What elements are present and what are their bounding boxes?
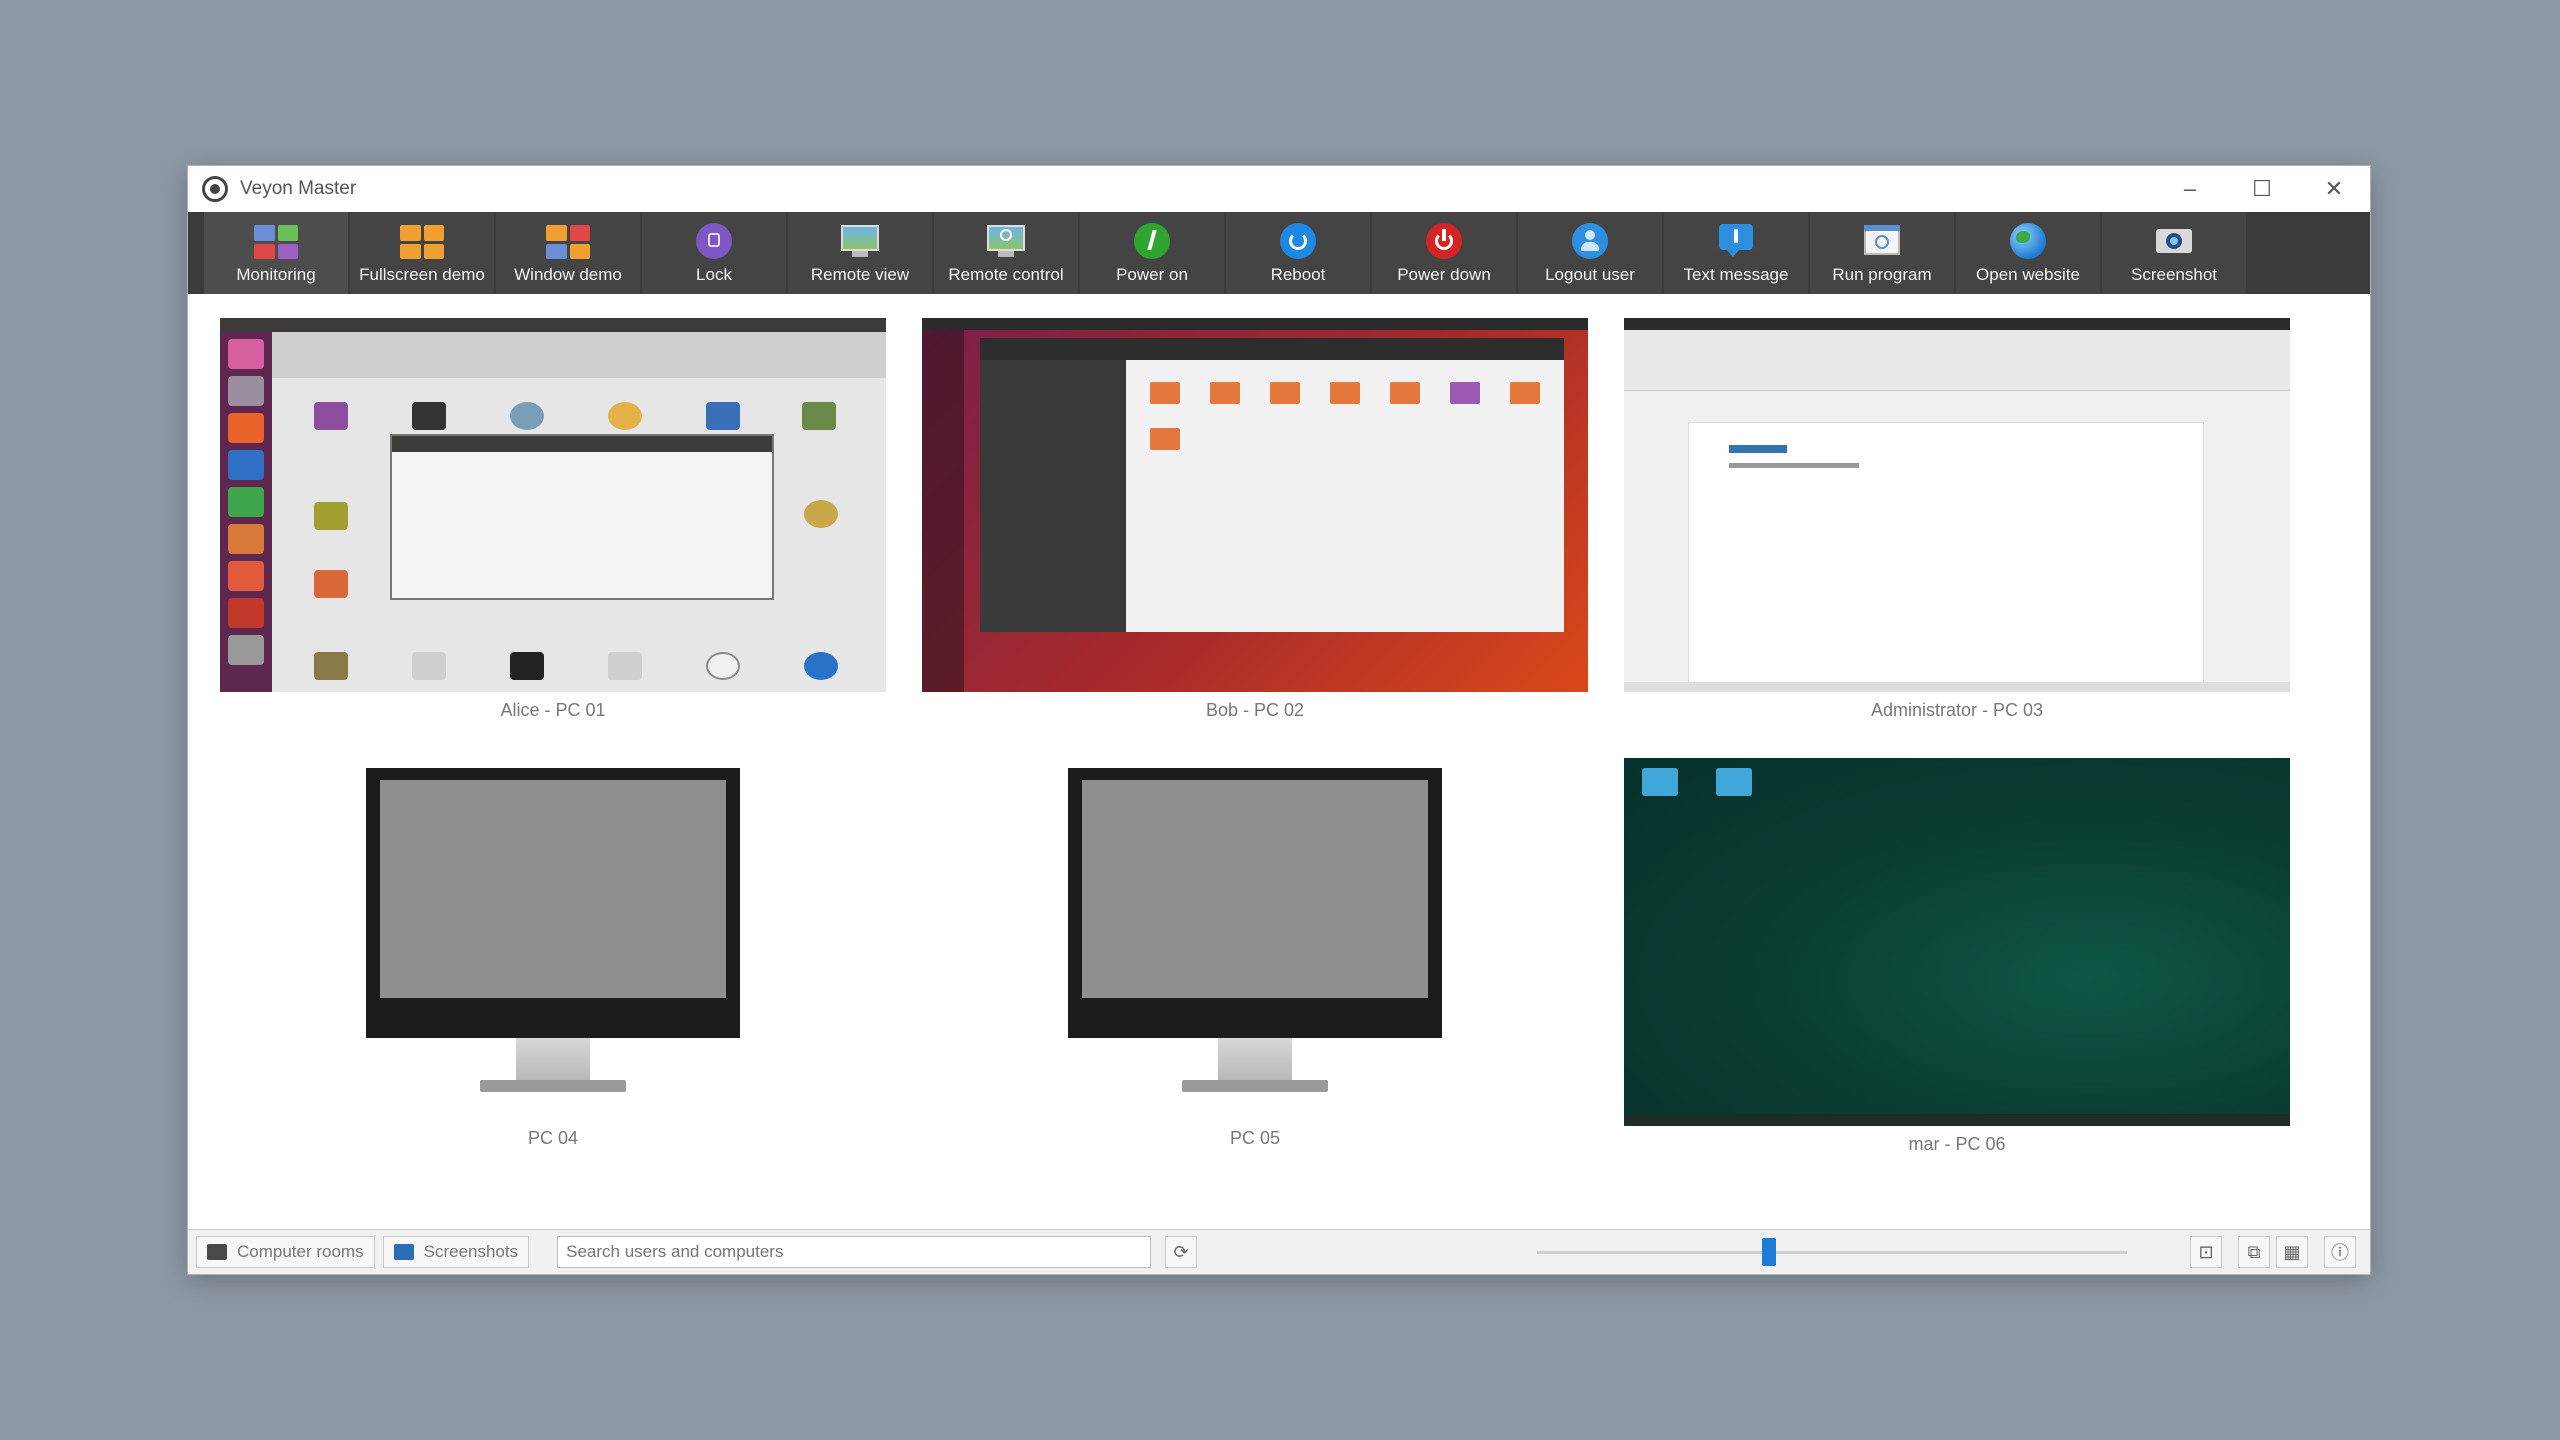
close-button[interactable]: ✕ xyxy=(2298,166,2370,212)
computer-screen-thumbnail xyxy=(1624,318,2290,692)
veyon-logo-icon xyxy=(202,176,228,202)
minimize-button[interactable]: – xyxy=(2154,166,2226,212)
zoom-slider[interactable] xyxy=(1537,1236,2128,1268)
run-program-button[interactable]: Run program xyxy=(1810,212,1954,294)
thumbnail-view-button[interactable]: ⧉ xyxy=(2238,1236,2270,1268)
remote-control-button[interactable]: Remote control xyxy=(934,212,1078,294)
title-bar: Veyon Master – ☐ ✕ xyxy=(188,166,2370,212)
toolbar-label: Remote control xyxy=(948,265,1064,284)
maximize-button[interactable]: ☐ xyxy=(2226,166,2298,212)
text-message-icon xyxy=(1714,221,1758,261)
offline-monitor-icon xyxy=(366,768,740,1038)
computer-label: mar - PC 06 xyxy=(1908,1134,2006,1154)
computer-tile-pc02[interactable]: Bob - PC 02 xyxy=(922,318,1588,738)
computer-rooms-icon xyxy=(207,1244,227,1260)
computer-rooms-button[interactable]: Computer rooms xyxy=(196,1236,375,1268)
computer-screen-thumbnail xyxy=(1624,758,2290,1126)
auto-fit-icon: ⊡ xyxy=(2198,1241,2214,1262)
remote-view-button[interactable]: Remote view xyxy=(788,212,932,294)
screenshot-button[interactable]: Screenshot xyxy=(2102,212,2246,294)
thumbnail-view-icon: ⧉ xyxy=(2247,1241,2261,1262)
toolbar-label: Open website xyxy=(1976,265,2080,284)
computer-screen-thumbnail xyxy=(922,318,1588,692)
computer-tile-pc04[interactable]: PC 04 xyxy=(366,768,740,1158)
toolbar-label: Screenshot xyxy=(2131,265,2217,284)
reboot-button[interactable]: Reboot xyxy=(1226,212,1370,294)
info-icon: ⓘ xyxy=(2331,1243,2349,1263)
refresh-icon: ⟳ xyxy=(1173,1241,1189,1262)
screenshot-icon xyxy=(2152,221,2196,261)
toolbar-label: Fullscreen demo xyxy=(359,265,485,284)
grid-view-button[interactable]: ▦ xyxy=(2276,1236,2308,1268)
power-down-icon xyxy=(1422,221,1466,261)
text-message-button[interactable]: Text message xyxy=(1664,212,1808,294)
computer-rooms-label: Computer rooms xyxy=(237,1242,364,1261)
veyon-master-window: Veyon Master – ☐ ✕ Monitoring Fullscreen… xyxy=(188,166,2370,1274)
power-down-button[interactable]: Power down xyxy=(1372,212,1516,294)
fullscreen-demo-button[interactable]: Fullscreen demo xyxy=(350,212,494,294)
offline-monitor-icon xyxy=(1068,768,1442,1038)
screenshots-icon xyxy=(393,1244,414,1260)
zoom-slider-handle[interactable] xyxy=(1762,1238,1777,1266)
toolbar-label: Monitoring xyxy=(236,265,316,284)
toolbar-label: Power down xyxy=(1397,265,1491,284)
auto-fit-button[interactable]: ⊡ xyxy=(2190,1236,2222,1268)
power-on-icon xyxy=(1130,221,1174,261)
toolbar-label: Lock xyxy=(696,265,732,284)
logout-user-button[interactable]: Logout user xyxy=(1518,212,1662,294)
screenshots-button[interactable]: Screenshots xyxy=(382,1236,530,1268)
window-demo-icon xyxy=(546,221,590,261)
computer-label: PC 04 xyxy=(527,1128,579,1148)
logout-user-icon xyxy=(1568,221,1612,261)
computer-label: PC 05 xyxy=(1229,1128,1281,1148)
open-website-icon xyxy=(2006,221,2050,261)
fullscreen-demo-icon xyxy=(400,221,444,261)
computer-label: Bob - PC 02 xyxy=(1205,700,1305,720)
toolbar-label: Window demo xyxy=(514,265,622,284)
remote-control-icon xyxy=(984,221,1028,261)
reboot-icon xyxy=(1276,221,1320,261)
toolbar-label: Reboot xyxy=(1270,265,1326,284)
monitoring-icon xyxy=(254,221,298,261)
window-title: Veyon Master xyxy=(240,178,357,199)
monitoring-button[interactable]: Monitoring xyxy=(204,212,348,294)
remote-view-icon xyxy=(838,221,882,261)
toolbar-label: Text message xyxy=(1683,265,1789,284)
computer-tile-pc03[interactable]: Administrator - PC 03 xyxy=(1624,318,2290,738)
open-website-button[interactable]: Open website xyxy=(1956,212,2100,294)
computer-tile-pc01[interactable]: Alice - PC 01 xyxy=(220,318,886,738)
refresh-button[interactable]: ⟳ xyxy=(1165,1236,1198,1268)
window-demo-button[interactable]: Window demo xyxy=(496,212,640,294)
power-on-button[interactable]: Power on xyxy=(1080,212,1224,294)
computer-label: Alice - PC 01 xyxy=(500,700,606,720)
computer-grid: Alice - PC 01 Bob - PC 02 Administrator … xyxy=(188,294,2370,1194)
toolbar-label: Logout user xyxy=(1545,265,1635,284)
computer-label: Administrator - PC 03 xyxy=(1870,700,2044,720)
search-input[interactable] xyxy=(557,1236,1152,1268)
computer-screen-thumbnail xyxy=(220,318,886,692)
toolbar-label: Remote view xyxy=(810,265,910,284)
toolbar-label: Power on xyxy=(1116,265,1188,284)
computer-tile-pc06[interactable]: mar - PC 06 xyxy=(1624,758,2290,1188)
about-button[interactable]: ⓘ xyxy=(2324,1236,2356,1268)
feature-toolbar: Monitoring Fullscreen demo Window demo L… xyxy=(188,212,2370,294)
lock-button[interactable]: Lock xyxy=(642,212,786,294)
grid-view-icon: ▦ xyxy=(2283,1241,2301,1262)
lock-icon xyxy=(692,221,736,261)
toolbar-label: Run program xyxy=(1832,265,1932,284)
screenshots-label: Screenshots xyxy=(423,1242,519,1261)
computer-tile-pc05[interactable]: PC 05 xyxy=(1068,768,1442,1158)
status-bar: Computer rooms Screenshots ⟳ ⊡ ⧉ ▦ ⓘ xyxy=(188,1229,2370,1274)
run-program-icon xyxy=(1860,221,1904,261)
